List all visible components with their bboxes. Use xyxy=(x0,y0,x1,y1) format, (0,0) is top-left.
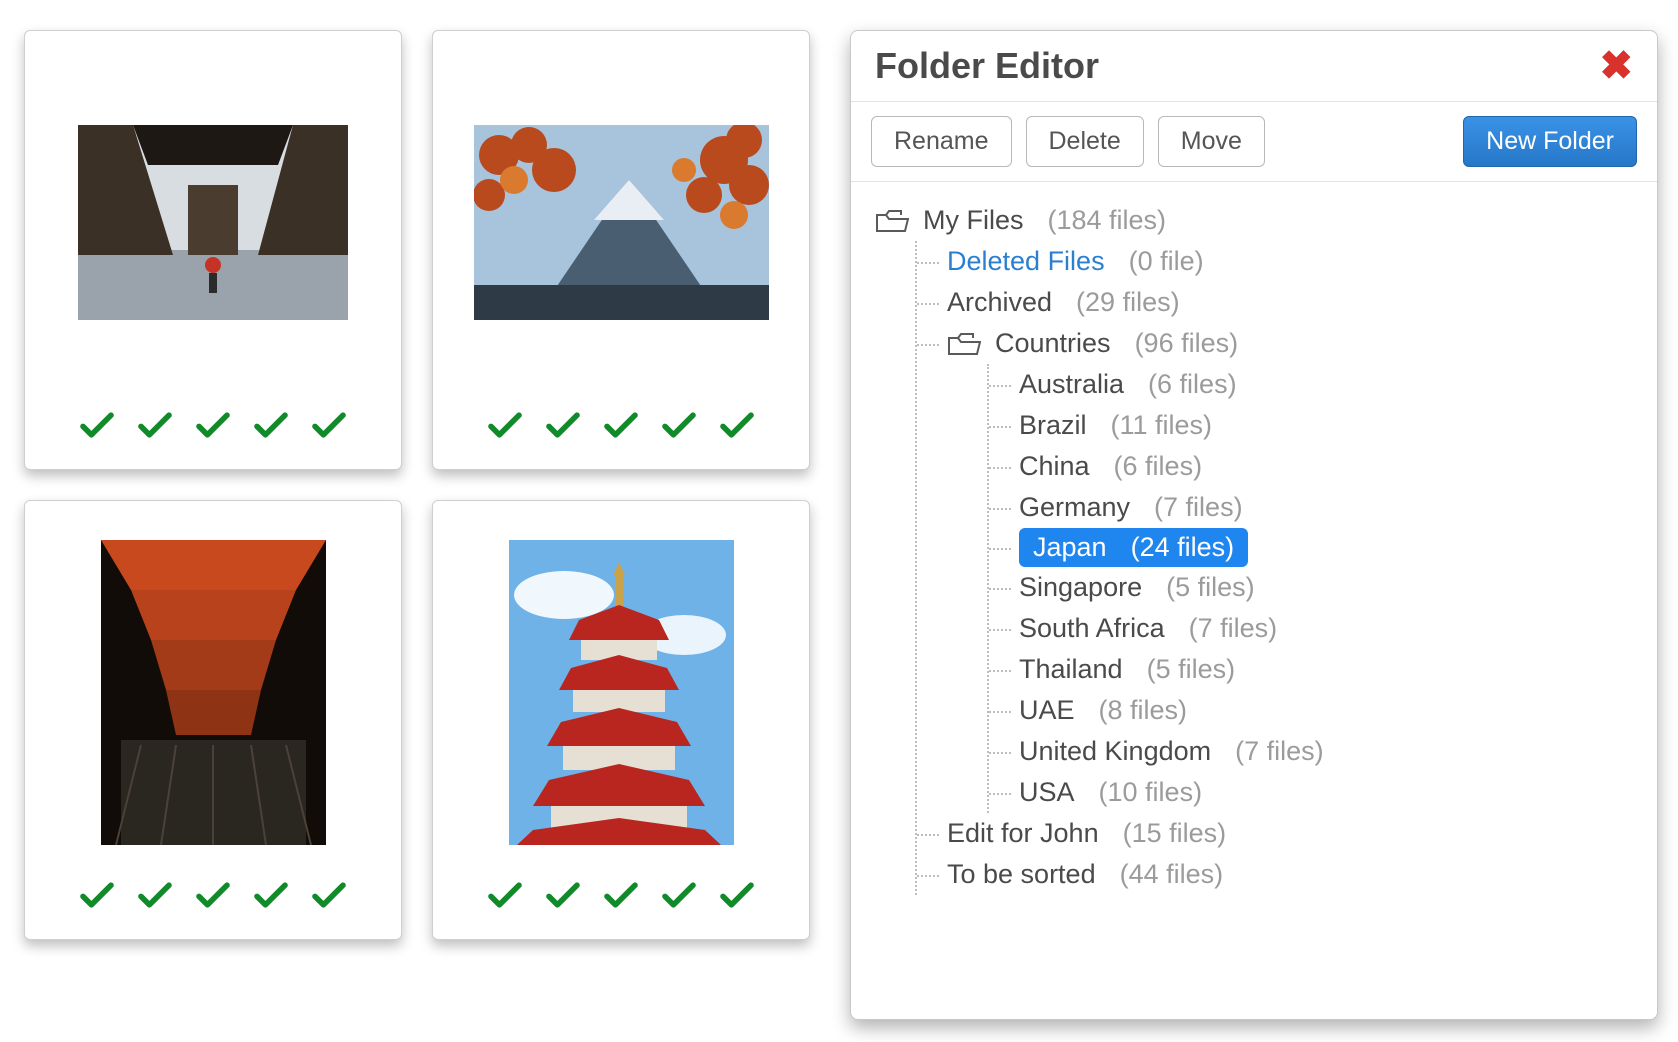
tree-node-label: Australia xyxy=(1019,369,1124,400)
check-icon xyxy=(546,411,580,439)
tree-node-label: Brazil xyxy=(1019,410,1087,441)
tree-node-to-be-sorted[interactable]: To be sorted (44 files) xyxy=(947,854,1633,895)
tree-node-label: To be sorted xyxy=(947,859,1096,890)
tree-node-my-files[interactable]: My Files (184 files) xyxy=(875,200,1633,241)
tree-node-country[interactable]: USA (10 files) xyxy=(1019,772,1633,813)
thumbnail-card[interactable] xyxy=(432,30,810,470)
checkmarks-row xyxy=(488,411,753,439)
tree-node-count: (8 files) xyxy=(1099,695,1188,726)
new-folder-button[interactable]: New Folder xyxy=(1463,116,1637,167)
move-button[interactable]: Move xyxy=(1158,116,1265,167)
tree-node-label: United Kingdom xyxy=(1019,736,1211,767)
check-icon xyxy=(312,881,346,909)
tree-node-count: (96 files) xyxy=(1135,328,1239,359)
tree-node-count: (6 files) xyxy=(1114,451,1203,482)
check-icon xyxy=(312,411,346,439)
folder-tree: My Files (184 files) Deleted Files (0 fi… xyxy=(851,182,1657,913)
check-icon xyxy=(138,881,172,909)
checkmarks-row xyxy=(80,411,345,439)
check-icon xyxy=(488,881,522,909)
tree-node-archived[interactable]: Archived (29 files) xyxy=(947,282,1633,323)
tree-node-count: (44 files) xyxy=(1120,859,1224,890)
tree-node-label: UAE xyxy=(1019,695,1075,726)
panel-header: Folder Editor ✖ xyxy=(851,31,1657,102)
check-icon xyxy=(80,411,114,439)
tree-node-label: South Africa xyxy=(1019,613,1165,644)
tree-node-count: (0 file) xyxy=(1129,246,1204,277)
tree-node-edit-for-john[interactable]: Edit for John (15 files) xyxy=(947,813,1633,854)
folder-editor-panel: Folder Editor ✖ Rename Delete Move New F… xyxy=(850,30,1658,1020)
thumbnail-image xyxy=(55,526,371,859)
tree-node-count: (24 files) xyxy=(1131,532,1235,563)
toolbar: Rename Delete Move New Folder xyxy=(851,102,1657,182)
tree-node-count: (7 files) xyxy=(1154,492,1243,523)
close-icon[interactable]: ✖ xyxy=(1599,46,1633,86)
check-icon xyxy=(488,411,522,439)
tree-node-count: (6 files) xyxy=(1148,369,1237,400)
tree-node-country[interactable]: Germany (7 files) xyxy=(1019,487,1633,528)
thumbnail-image xyxy=(463,526,779,859)
thumbnail-card[interactable] xyxy=(24,500,402,940)
thumbnail-card[interactable] xyxy=(432,500,810,940)
check-icon xyxy=(720,881,754,909)
thumbnail-card[interactable] xyxy=(24,30,402,470)
check-icon xyxy=(662,411,696,439)
tree-node-label: Japan xyxy=(1033,532,1107,563)
tree-node-label: China xyxy=(1019,451,1090,482)
tree-node-label: Singapore xyxy=(1019,572,1142,603)
checkmarks-row xyxy=(80,881,345,909)
tree-node-count: (5 files) xyxy=(1166,572,1255,603)
tree-node-country[interactable]: South Africa (7 files) xyxy=(1019,608,1633,649)
delete-button[interactable]: Delete xyxy=(1026,116,1144,167)
tree-node-label: Archived xyxy=(947,287,1052,318)
tree-node-label: USA xyxy=(1019,777,1075,808)
tree-node-count: (29 files) xyxy=(1076,287,1180,318)
check-icon xyxy=(720,411,754,439)
panel-title: Folder Editor xyxy=(875,45,1099,87)
tree-node-count: (10 files) xyxy=(1099,777,1203,808)
tree-node-country[interactable]: Japan (24 files) xyxy=(1019,528,1248,567)
tree-node-count: (11 files) xyxy=(1111,410,1213,441)
tree-node-count: (7 files) xyxy=(1189,613,1278,644)
tree-node-deleted-files[interactable]: Deleted Files (0 file) xyxy=(947,241,1633,282)
tree-node-label: My Files xyxy=(923,205,1024,236)
thumbnail-image xyxy=(55,56,371,389)
tree-node-count: (7 files) xyxy=(1235,736,1324,767)
check-icon xyxy=(254,881,288,909)
tree-node-label: Countries xyxy=(995,328,1111,359)
folder-open-icon xyxy=(947,330,981,358)
check-icon xyxy=(662,881,696,909)
tree-node-label: Thailand xyxy=(1019,654,1123,685)
tree-node-count: (5 files) xyxy=(1147,654,1236,685)
tree-node-countries[interactable]: Countries (96 files) xyxy=(947,323,1633,364)
check-icon xyxy=(80,881,114,909)
tree-node-country[interactable]: Thailand (5 files) xyxy=(1019,649,1633,690)
tree-node-country[interactable]: Singapore (5 files) xyxy=(1019,567,1633,608)
check-icon xyxy=(604,881,638,909)
tree-node-label: Germany xyxy=(1019,492,1130,523)
check-icon xyxy=(138,411,172,439)
rename-button[interactable]: Rename xyxy=(871,116,1012,167)
tree-node-country[interactable]: Brazil (11 files) xyxy=(1019,405,1633,446)
thumbnail-image xyxy=(463,56,779,389)
folder-open-icon xyxy=(875,207,909,235)
checkmarks-row xyxy=(488,881,753,909)
check-icon xyxy=(196,411,230,439)
tree-node-country[interactable]: UAE (8 files) xyxy=(1019,690,1633,731)
tree-node-count: (184 files) xyxy=(1048,205,1167,236)
tree-node-country[interactable]: Australia (6 files) xyxy=(1019,364,1633,405)
tree-node-country[interactable]: United Kingdom (7 files) xyxy=(1019,731,1633,772)
tree-node-label: Deleted Files xyxy=(947,246,1105,277)
tree-node-label: Edit for John xyxy=(947,818,1099,849)
check-icon xyxy=(196,881,230,909)
thumbnail-grid xyxy=(20,30,810,1012)
check-icon xyxy=(546,881,580,909)
tree-node-count: (15 files) xyxy=(1123,818,1227,849)
check-icon xyxy=(604,411,638,439)
tree-node-country[interactable]: China (6 files) xyxy=(1019,446,1633,487)
check-icon xyxy=(254,411,288,439)
